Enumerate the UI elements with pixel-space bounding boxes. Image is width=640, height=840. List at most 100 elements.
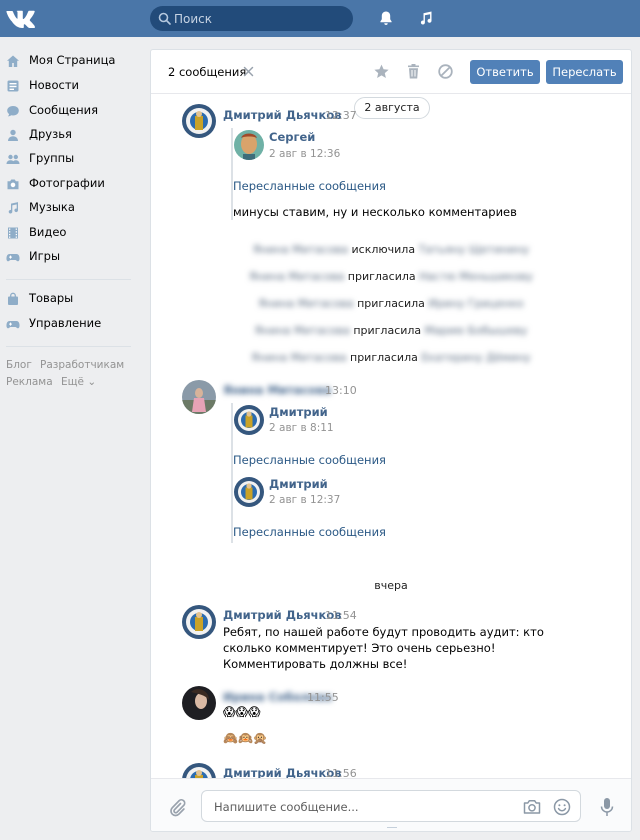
system-target[interactable]: Ирину Гриценко — [428, 297, 523, 310]
message-author[interactable]: Дмитрий Дьячков — [223, 108, 342, 122]
sidebar-item-label: Управление — [29, 316, 102, 330]
footer-link-more[interactable]: Ещё ⌄ — [61, 376, 96, 388]
message-time: 11:55 — [307, 691, 339, 704]
avatar[interactable] — [234, 477, 264, 507]
avatar[interactable] — [182, 380, 216, 414]
forwarded-author[interactable]: Дмитрий — [269, 477, 328, 491]
sidebar-item-news[interactable]: Новости — [0, 74, 140, 98]
forward-bar — [231, 403, 233, 543]
search-icon — [158, 12, 171, 25]
sidebar-divider — [6, 279, 131, 280]
forwarded-time: 2 авг в 12:37 — [269, 494, 341, 506]
sidebar-item-goods[interactable]: Товары — [0, 287, 140, 311]
system-message: Янина Митасова пригласила Марию Бобышеву — [151, 324, 631, 337]
forwarded-messages-link[interactable]: Пересланные сообщения — [233, 525, 386, 539]
bag-icon — [8, 292, 18, 305]
smile-icon[interactable] — [552, 797, 572, 817]
sidebar-item-photos[interactable]: Фотографии — [0, 172, 140, 196]
paperclip-icon[interactable] — [168, 797, 186, 817]
message-time: 13:10 — [325, 384, 357, 397]
avatar[interactable] — [234, 130, 264, 160]
avatar[interactable] — [182, 605, 216, 639]
film-icon — [8, 227, 18, 239]
message-composer — [151, 778, 631, 831]
friends-icon — [8, 129, 18, 141]
message-author[interactable]: Янина Митасова — [223, 383, 331, 397]
block-icon[interactable] — [437, 63, 454, 80]
music-icon[interactable] — [418, 10, 434, 26]
sidebar-item-label: Сообщения — [29, 103, 99, 117]
sidebar-item-label: Фотографии — [29, 176, 105, 190]
bell-icon[interactable] — [378, 10, 394, 26]
system-message: Янина Митасова пригласила Настю Меньшико… — [151, 270, 631, 283]
sidebar-item-my-page[interactable]: Моя Страница — [0, 49, 140, 73]
system-target[interactable]: Татьяну Щетинину — [419, 243, 530, 256]
system-message: Янина Митасова пригласила Ирину Гриценко — [151, 297, 631, 310]
system-action: пригласила — [347, 270, 416, 283]
sidebar-item-groups[interactable]: Группы — [0, 147, 140, 171]
sidebar-item-label: Друзья — [29, 127, 72, 141]
footer-link-developers[interactable]: Разработчикам — [40, 359, 124, 371]
avatar-image — [182, 104, 216, 138]
system-action: пригласила — [353, 324, 422, 337]
system-action: пригласила — [357, 297, 425, 310]
system-actor[interactable]: Янина Митасова — [251, 351, 346, 364]
groups-icon — [6, 154, 20, 164]
sidebar-item-management[interactable]: Управление — [0, 312, 140, 336]
search-box[interactable] — [150, 6, 353, 31]
sidebar-item-friends[interactable]: Друзья — [0, 123, 140, 147]
system-target[interactable]: Марию Бобышеву — [425, 324, 528, 337]
sidebar-divider — [6, 346, 131, 347]
microphone-icon[interactable] — [600, 797, 614, 817]
system-actor[interactable]: Янина Митасова — [255, 324, 350, 337]
forward-button[interactable]: Переслать — [546, 60, 623, 84]
avatar[interactable] — [182, 686, 216, 720]
vk-logo[interactable] — [6, 8, 36, 28]
home-icon — [7, 55, 19, 67]
system-actor[interactable]: Янина Митасова — [249, 270, 344, 283]
message-input-box[interactable] — [201, 790, 581, 822]
system-actor[interactable]: Янина Митасова — [253, 243, 348, 256]
system-action: пригласила — [350, 351, 418, 364]
message-input[interactable] — [214, 798, 514, 816]
system-target[interactable]: Екатерину Дёмину — [421, 351, 530, 364]
camera-icon[interactable] — [522, 797, 542, 817]
avatar-image — [182, 605, 216, 639]
forwarded-messages-link[interactable]: Пересланные сообщения — [233, 179, 386, 193]
footer-link-blog[interactable]: Блог — [6, 359, 32, 371]
avatar-image — [234, 477, 264, 507]
date-pill: 2 августа — [354, 97, 430, 119]
message-author[interactable]: Дмитрий Дьячков — [223, 608, 342, 622]
sidebar-item-label: Товары — [29, 291, 74, 305]
sidebar-item-video[interactable]: Видео — [0, 221, 140, 245]
music-icon — [8, 202, 19, 214]
forwarded-messages-link[interactable]: Пересланные сообщения — [233, 453, 386, 467]
sidebar-item-messages[interactable]: Сообщения — [0, 99, 140, 123]
gamepad-icon — [6, 321, 20, 329]
system-actor[interactable]: Янина Митасова — [258, 297, 353, 310]
reply-button[interactable]: Ответить — [470, 60, 540, 84]
sidebar-item-music[interactable]: Музыка — [0, 196, 140, 220]
footer-link-ads[interactable]: Реклама — [6, 376, 53, 388]
message-time: 11:54 — [325, 609, 357, 622]
message-text: минусы ставим, ну и несколько комментари… — [233, 205, 517, 219]
messages-icon — [7, 106, 19, 117]
avatar[interactable] — [234, 405, 264, 435]
forwarded-author[interactable]: Сергей — [269, 130, 315, 144]
top-bar — [0, 0, 640, 37]
avatar-image — [234, 405, 264, 435]
star-icon[interactable] — [373, 63, 390, 80]
message-time: 12:37 — [325, 109, 357, 122]
system-target[interactable]: Настю Меньшикову — [419, 270, 533, 283]
gamepad-icon — [6, 254, 20, 262]
sidebar-item-label: Группы — [29, 151, 75, 165]
message-emoji: 🙈🙉🙊 — [223, 731, 268, 745]
trash-icon[interactable] — [405, 63, 422, 80]
avatar[interactable] — [182, 104, 216, 138]
sidebar-item-label: Новости — [29, 78, 79, 92]
close-icon[interactable] — [243, 66, 254, 77]
forwarded-author[interactable]: Дмитрий — [269, 405, 328, 419]
search-input[interactable] — [174, 9, 344, 28]
resize-grip[interactable] — [387, 827, 397, 831]
sidebar-item-games[interactable]: Игры — [0, 245, 140, 269]
